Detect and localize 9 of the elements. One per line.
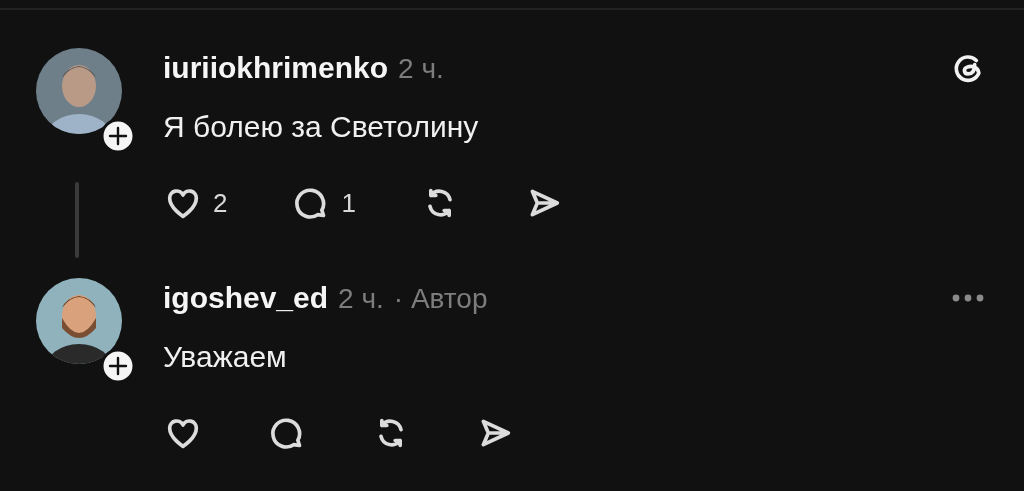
post-time: 2 ч. <box>398 52 444 86</box>
post-time: 2 ч. <box>338 282 384 316</box>
username[interactable]: iuriiokhrimenko <box>163 43 389 93</box>
reply-button[interactable]: 1 <box>291 183 356 223</box>
username[interactable]: igoshev_ed <box>163 273 329 323</box>
post-text: Я болею за Светолину <box>163 109 480 145</box>
like-button[interactable]: 2 <box>163 183 228 223</box>
author-label: · Автор <box>393 282 488 316</box>
post-text: Уважаем <box>163 339 288 375</box>
